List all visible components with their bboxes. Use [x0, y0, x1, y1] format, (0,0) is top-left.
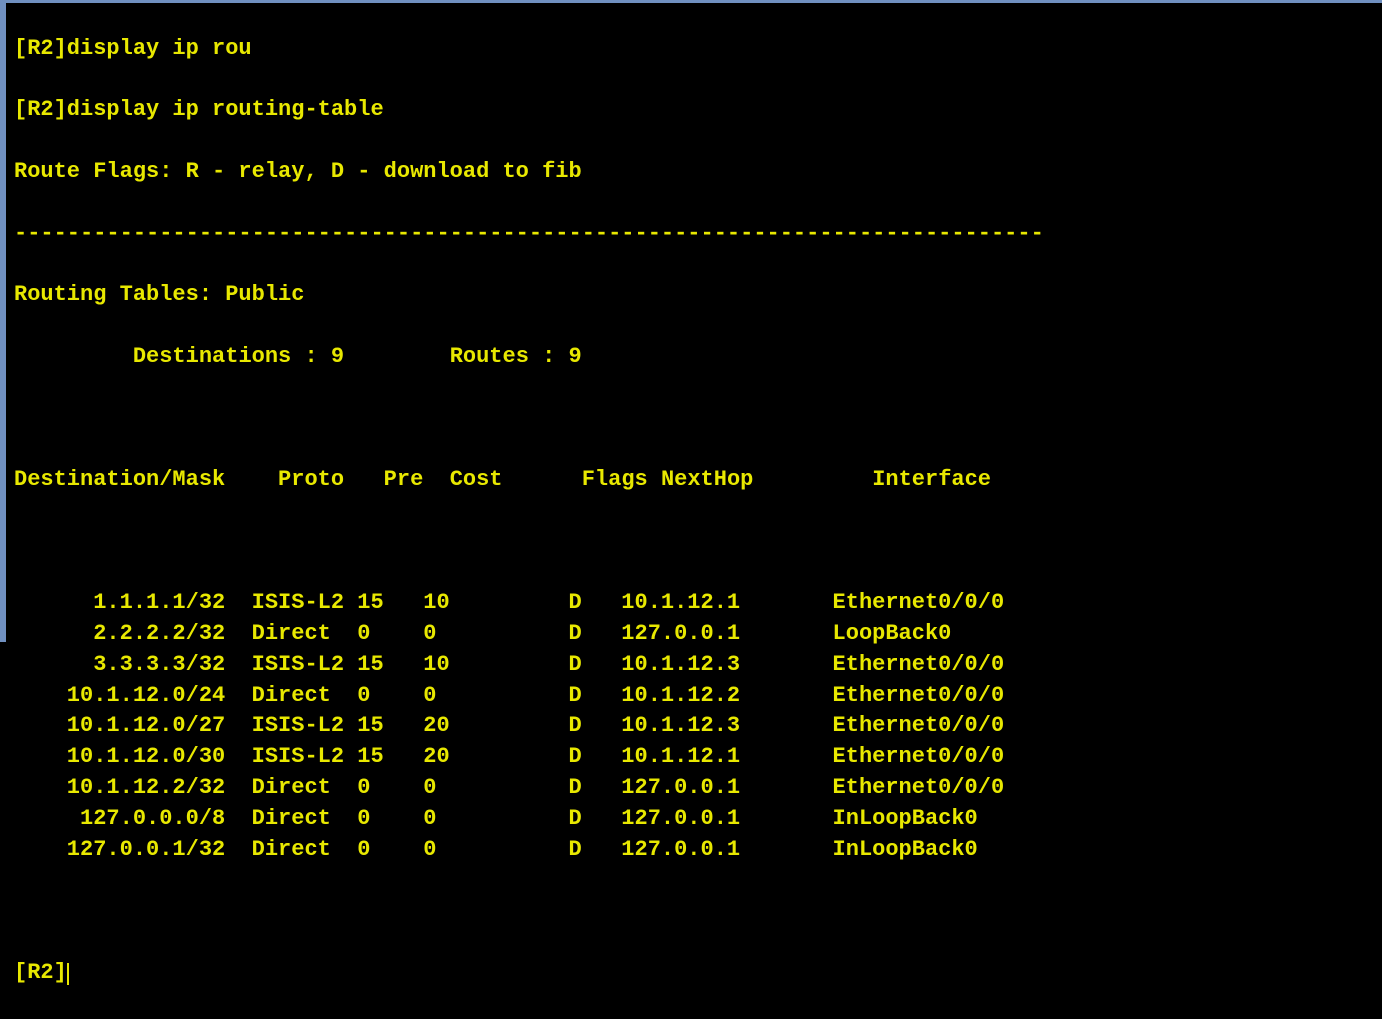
dest-count: 9	[331, 344, 344, 369]
col-nexthop: NextHop	[661, 467, 753, 492]
dest-label: Destinations :	[133, 344, 318, 369]
routes-label: Routes :	[450, 344, 556, 369]
prev-command-partial: [R2]display ip rou	[14, 34, 1374, 65]
routes-count: 9	[569, 344, 582, 369]
prompt-line[interactable]: [R2]	[14, 958, 1374, 989]
col-dest: Destination/Mask	[14, 467, 225, 492]
table-row: 10.1.12.0/27 ISIS-L2 15 20 D 10.1.12.3 E…	[14, 711, 1374, 742]
col-flags: Flags	[582, 467, 648, 492]
col-proto: Proto	[278, 467, 344, 492]
blank-line	[14, 896, 1374, 927]
table-row: 127.0.0.1/32 Direct 0 0 D 127.0.0.1 InLo…	[14, 835, 1374, 866]
route-flags-legend: Route Flags: R - relay, D - download to …	[14, 157, 1374, 188]
blank-line	[14, 527, 1374, 558]
col-iface: Interface	[872, 467, 991, 492]
routes-body: 1.1.1.1/32 ISIS-L2 15 10 D 10.1.12.1 Eth…	[14, 588, 1374, 865]
table-row: 10.1.12.0/30 ISIS-L2 15 20 D 10.1.12.1 E…	[14, 742, 1374, 773]
col-cost: Cost	[450, 467, 503, 492]
table-row: 2.2.2.2/32 Direct 0 0 D 127.0.0.1 LoopBa…	[14, 619, 1374, 650]
routing-tables-title: Routing Tables: Public	[14, 280, 1374, 311]
summary-line: Destinations : 9 Routes : 9	[14, 342, 1374, 373]
table-header-row: Destination/Mask Proto Pre Cost Flags Ne…	[14, 465, 1374, 496]
terminal-window[interactable]: [R2]display ip rou [R2]display ip routin…	[0, 0, 1382, 642]
col-pre: Pre	[384, 467, 424, 492]
table-row: 10.1.12.2/32 Direct 0 0 D 127.0.0.1 Ethe…	[14, 773, 1374, 804]
table-row: 10.1.12.0/24 Direct 0 0 D 10.1.12.2 Ethe…	[14, 681, 1374, 712]
cursor	[67, 963, 69, 985]
table-row: 1.1.1.1/32 ISIS-L2 15 10 D 10.1.12.1 Eth…	[14, 588, 1374, 619]
blank-line	[14, 403, 1374, 434]
command-line: [R2]display ip routing-table	[14, 95, 1374, 126]
table-row: 127.0.0.0/8 Direct 0 0 D 127.0.0.1 InLoo…	[14, 804, 1374, 835]
table-row: 3.3.3.3/32 ISIS-L2 15 10 D 10.1.12.3 Eth…	[14, 650, 1374, 681]
prompt: [R2]	[14, 960, 67, 985]
separator-line: ----------------------------------------…	[14, 219, 1374, 250]
